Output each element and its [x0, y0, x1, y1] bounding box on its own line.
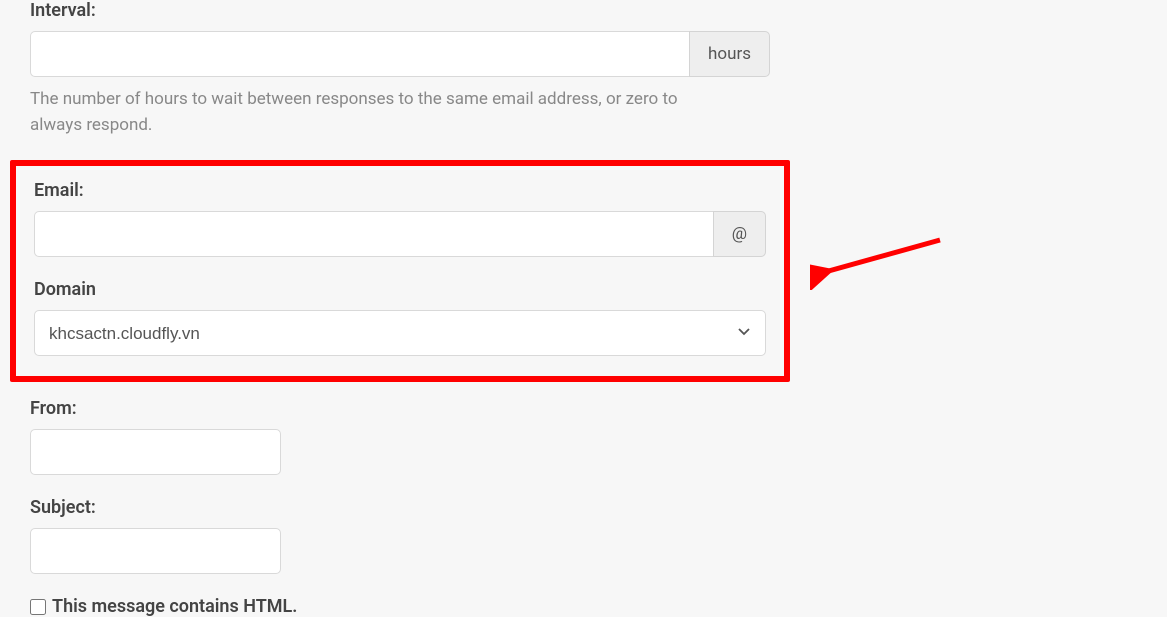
subject-group: Subject: — [30, 497, 770, 574]
html-checkbox-group: This message contains HTML. — [30, 596, 770, 617]
interval-label: Interval: — [30, 0, 770, 21]
email-input[interactable] — [34, 211, 713, 257]
domain-label: Domain — [34, 279, 766, 300]
domain-group: Domain khcsactn.cloudfly.vn — [34, 279, 766, 356]
interval-group: Interval: hours The number of hours to w… — [30, 0, 770, 138]
interval-addon: hours — [689, 31, 770, 77]
from-label: From: — [30, 398, 770, 419]
interval-help-text: The number of hours to wait between resp… — [30, 87, 730, 138]
from-input[interactable] — [30, 429, 281, 475]
html-checkbox[interactable] — [30, 599, 46, 615]
subject-label: Subject: — [30, 497, 770, 518]
highlighted-section: Email: @ Domain khcsactn.cloudfly.vn — [10, 160, 790, 382]
interval-input-group: hours — [30, 31, 770, 77]
email-at-addon: @ — [713, 211, 766, 257]
annotation-arrow-icon — [810, 230, 950, 290]
html-checkbox-label: This message contains HTML. — [52, 596, 297, 617]
domain-select[interactable]: khcsactn.cloudfly.vn — [34, 310, 766, 356]
subject-input[interactable] — [30, 528, 281, 574]
interval-input[interactable] — [30, 31, 689, 77]
from-group: From: — [30, 398, 770, 475]
email-input-group: @ — [34, 211, 766, 257]
domain-select-wrapper: khcsactn.cloudfly.vn — [34, 310, 766, 356]
email-label: Email: — [34, 180, 766, 201]
email-group: Email: @ — [34, 180, 766, 257]
